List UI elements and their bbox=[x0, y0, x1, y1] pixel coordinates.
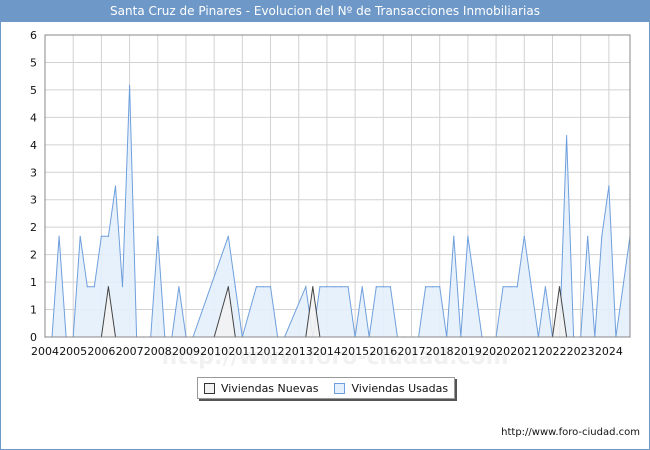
legend-item-usadas: Viviendas Usadas bbox=[334, 382, 448, 395]
x-tick-label: 2010 bbox=[200, 345, 228, 358]
x-tick-label: 2022 bbox=[538, 345, 566, 358]
point-usadas bbox=[601, 235, 603, 237]
point-usadas bbox=[375, 286, 377, 288]
point-usadas bbox=[157, 235, 159, 237]
x-tick-label: 2024 bbox=[595, 345, 623, 358]
point-usadas bbox=[262, 286, 265, 288]
point-usadas bbox=[530, 286, 532, 288]
y-tick-label: 0 bbox=[30, 331, 37, 344]
point-usadas bbox=[79, 235, 81, 237]
y-tick-label: 3 bbox=[30, 166, 37, 179]
series bbox=[44, 84, 631, 338]
x-tick-label: 2017 bbox=[398, 345, 426, 358]
point-usadas bbox=[234, 286, 236, 288]
point-usadas bbox=[453, 235, 455, 237]
x-tick-label: 2004 bbox=[31, 345, 59, 358]
point-usadas bbox=[269, 286, 272, 288]
point-usadas bbox=[255, 286, 257, 288]
point-usadas bbox=[121, 286, 124, 288]
point-usadas bbox=[474, 286, 476, 288]
point-usadas bbox=[129, 84, 131, 86]
x-tick-label: 2021 bbox=[510, 345, 538, 358]
point-usadas bbox=[305, 286, 307, 288]
x-tick-label: 2012 bbox=[257, 345, 285, 358]
point-nuevas bbox=[312, 286, 314, 288]
point-usadas bbox=[608, 185, 610, 187]
point-usadas bbox=[107, 235, 109, 237]
point-usadas bbox=[319, 286, 321, 288]
y-tick-label: 4 bbox=[30, 111, 37, 124]
point-usadas bbox=[361, 286, 363, 288]
point-usadas bbox=[566, 135, 568, 137]
point-nuevas bbox=[107, 286, 109, 288]
legend-item-nuevas: Viviendas Nuevas bbox=[203, 381, 319, 395]
point-usadas bbox=[227, 235, 229, 237]
point-usadas bbox=[347, 286, 349, 288]
point-usadas bbox=[382, 286, 384, 288]
x-tick-label: 2008 bbox=[144, 345, 172, 358]
x-tick-label: 2007 bbox=[116, 345, 144, 358]
point-usadas bbox=[467, 235, 469, 237]
point-usadas bbox=[340, 286, 342, 288]
point-usadas bbox=[178, 286, 180, 288]
y-tick-label: 5 bbox=[30, 84, 37, 97]
point-usadas bbox=[86, 286, 88, 288]
point-usadas bbox=[425, 286, 427, 288]
point-usadas bbox=[93, 286, 95, 288]
point-nuevas bbox=[558, 286, 561, 288]
point-usadas bbox=[516, 286, 518, 288]
point-usadas bbox=[509, 286, 511, 288]
legend-swatch-nuevas bbox=[203, 382, 215, 394]
point-usadas bbox=[544, 286, 547, 288]
y-tick-label: 5 bbox=[30, 56, 37, 69]
point-usadas bbox=[622, 286, 624, 288]
x-tick-label: 2020 bbox=[482, 345, 510, 358]
x-tick-label: 2018 bbox=[426, 345, 454, 358]
point-usadas bbox=[58, 235, 60, 237]
legend-swatch-usadas bbox=[334, 382, 346, 394]
x-tick-label: 2015 bbox=[341, 345, 369, 358]
x-tick-label: 2016 bbox=[369, 345, 397, 358]
point-usadas bbox=[432, 286, 434, 288]
point-nuevas bbox=[227, 286, 229, 288]
x-tick-label: 2011 bbox=[228, 345, 256, 358]
x-tick-label: 2013 bbox=[285, 345, 313, 358]
y-tick-label: 3 bbox=[30, 194, 37, 207]
point-usadas bbox=[333, 286, 335, 288]
x-tick-label: 2014 bbox=[313, 345, 341, 358]
point-usadas bbox=[326, 286, 328, 288]
legend-label-usadas: Viviendas Usadas bbox=[351, 381, 449, 395]
legend: Viviendas Nuevas Viviendas Usadas bbox=[197, 377, 455, 399]
point-usadas bbox=[523, 235, 525, 237]
point-usadas bbox=[502, 286, 504, 288]
x-tick-label: 2019 bbox=[454, 345, 482, 358]
y-tick-label: 4 bbox=[30, 139, 37, 152]
y-tick-label: 2 bbox=[30, 249, 37, 262]
point-usadas bbox=[389, 286, 391, 288]
point-usadas bbox=[114, 185, 117, 187]
y-tick-label: 6 bbox=[30, 29, 37, 42]
x-tick-label: 2006 bbox=[87, 345, 115, 358]
x-tick-label: 2023 bbox=[567, 345, 595, 358]
point-usadas bbox=[439, 286, 441, 288]
legend-label-nuevas: Viviendas Nuevas bbox=[220, 381, 319, 395]
source-url[interactable]: http://www.foro-ciudad.com bbox=[501, 427, 640, 438]
x-tick-label: 2009 bbox=[172, 345, 200, 358]
point-usadas bbox=[100, 235, 102, 237]
y-tick-label: 1 bbox=[30, 276, 37, 289]
y-tick-label: 2 bbox=[30, 221, 37, 234]
x-tick-label: 2005 bbox=[59, 345, 87, 358]
y-tick-label: 1 bbox=[30, 304, 37, 317]
point-usadas bbox=[587, 235, 589, 237]
